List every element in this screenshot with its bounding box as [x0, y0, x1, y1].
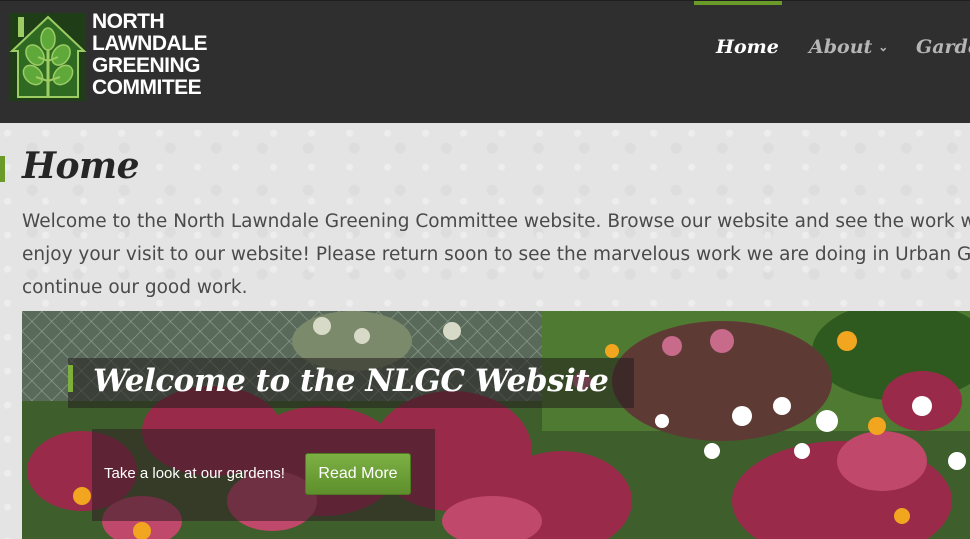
welcome-line: enjoy your visit to our website! Please … — [22, 244, 970, 265]
welcome-paragraph: Welcome to the North Lawndale Greening C… — [22, 205, 970, 304]
logo-line: GREENING — [92, 54, 201, 77]
logo-line: NORTH — [92, 10, 165, 33]
logo-text: NORTH LAWNDALE GREENING COMMITEE — [92, 10, 208, 99]
hero-slider[interactable]: Welcome to the NLGC Website Take a look … — [22, 311, 970, 539]
nav-item-label: Garde — [916, 36, 970, 58]
title-accent-bar — [0, 156, 5, 182]
nav-item-label: About — [809, 36, 873, 58]
welcome-line: Welcome to the North Lawndale Greening C… — [22, 211, 970, 232]
page-title: Home — [22, 145, 140, 187]
tree-house-icon — [9, 13, 87, 101]
welcome-line: continue our good work. — [22, 277, 248, 298]
nav-active-indicator — [694, 1, 782, 5]
main-content: Home Welcome to the North Lawndale Green… — [0, 123, 970, 539]
site-logo[interactable]: NORTH LAWNDALE GREENING COMMITEE — [8, 9, 208, 105]
logo-line: LAWNDALE — [92, 32, 208, 55]
nav-item-label: Home — [716, 36, 779, 58]
logo-line: COMMITEE — [92, 76, 202, 99]
slide-title-accent-bar — [68, 365, 73, 392]
slide-caption: Take a look at our gardens! — [104, 465, 285, 482]
read-more-button[interactable]: Read More — [305, 453, 411, 495]
nav-item-gardens[interactable]: Garde — [916, 36, 970, 58]
chevron-down-icon: ⌄ — [878, 40, 889, 54]
main-nav: Home About ⌄ Garde — [670, 1, 970, 124]
nav-item-home[interactable]: Home — [716, 36, 779, 58]
slide-title: Welcome to the NLGC Website — [93, 363, 609, 399]
site-header: NORTH LAWNDALE GREENING COMMITEE Home Ab… — [0, 0, 970, 123]
nav-item-about[interactable]: About ⌄ — [809, 36, 888, 58]
